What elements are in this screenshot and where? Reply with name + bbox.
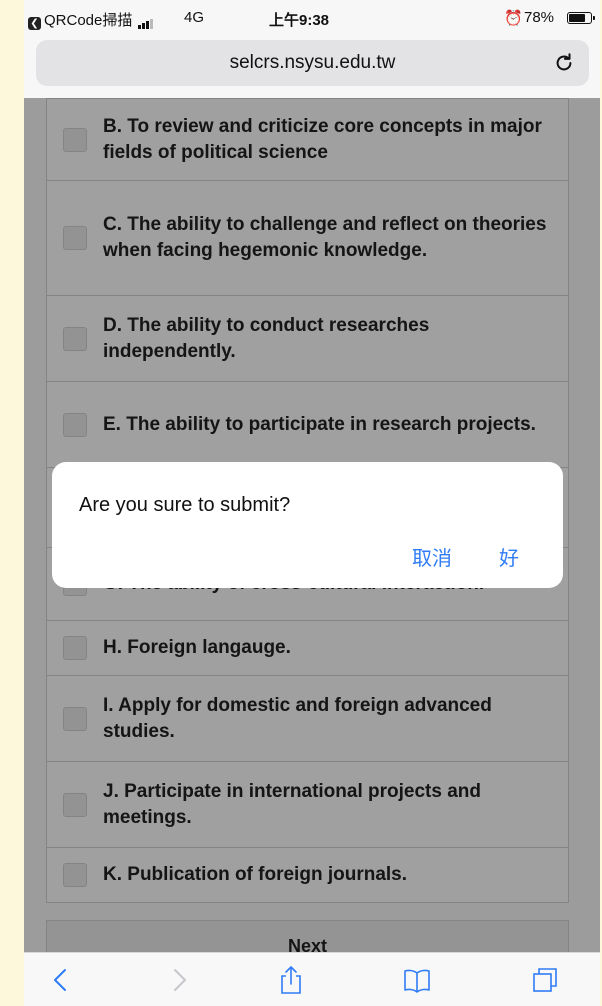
- address-bar: selcrs.nsysu.edu.tw: [24, 34, 600, 98]
- phone-screen: ❮ QRCode掃描 4G 上午9:38 ⏰ 78% selcrs.nsysu.e…: [24, 0, 600, 1006]
- browser-toolbar: [24, 952, 600, 1006]
- signal-icon: [138, 12, 154, 29]
- back-to-app[interactable]: ❮ QRCode掃描: [28, 9, 154, 30]
- tabs-icon[interactable]: [530, 965, 560, 995]
- battery-icon: [563, 10, 595, 27]
- network-type: 4G: [184, 9, 205, 26]
- forward-icon[interactable]: [164, 965, 194, 995]
- dialog-message: Are you sure to submit?: [79, 494, 291, 516]
- alarm-icon: ⏰: [504, 10, 523, 27]
- back-icon[interactable]: [46, 965, 76, 995]
- url-text: selcrs.nsysu.edu.tw: [229, 52, 396, 73]
- share-icon[interactable]: [276, 965, 306, 995]
- status-bar: ❮ QRCode掃描 4G 上午9:38 ⏰ 78%: [24, 0, 600, 34]
- bookmarks-icon[interactable]: [402, 965, 432, 995]
- url-field[interactable]: selcrs.nsysu.edu.tw: [36, 40, 589, 86]
- clock: 上午9:38: [269, 12, 330, 29]
- back-chevron-icon: ❮: [28, 17, 41, 30]
- confirm-dialog: Are you sure to submit? 取消 好: [52, 462, 563, 588]
- battery-percent: 78%: [524, 9, 555, 26]
- cancel-button[interactable]: 取消: [412, 542, 452, 571]
- ok-button[interactable]: 好: [499, 542, 519, 571]
- reload-icon[interactable]: [553, 52, 575, 74]
